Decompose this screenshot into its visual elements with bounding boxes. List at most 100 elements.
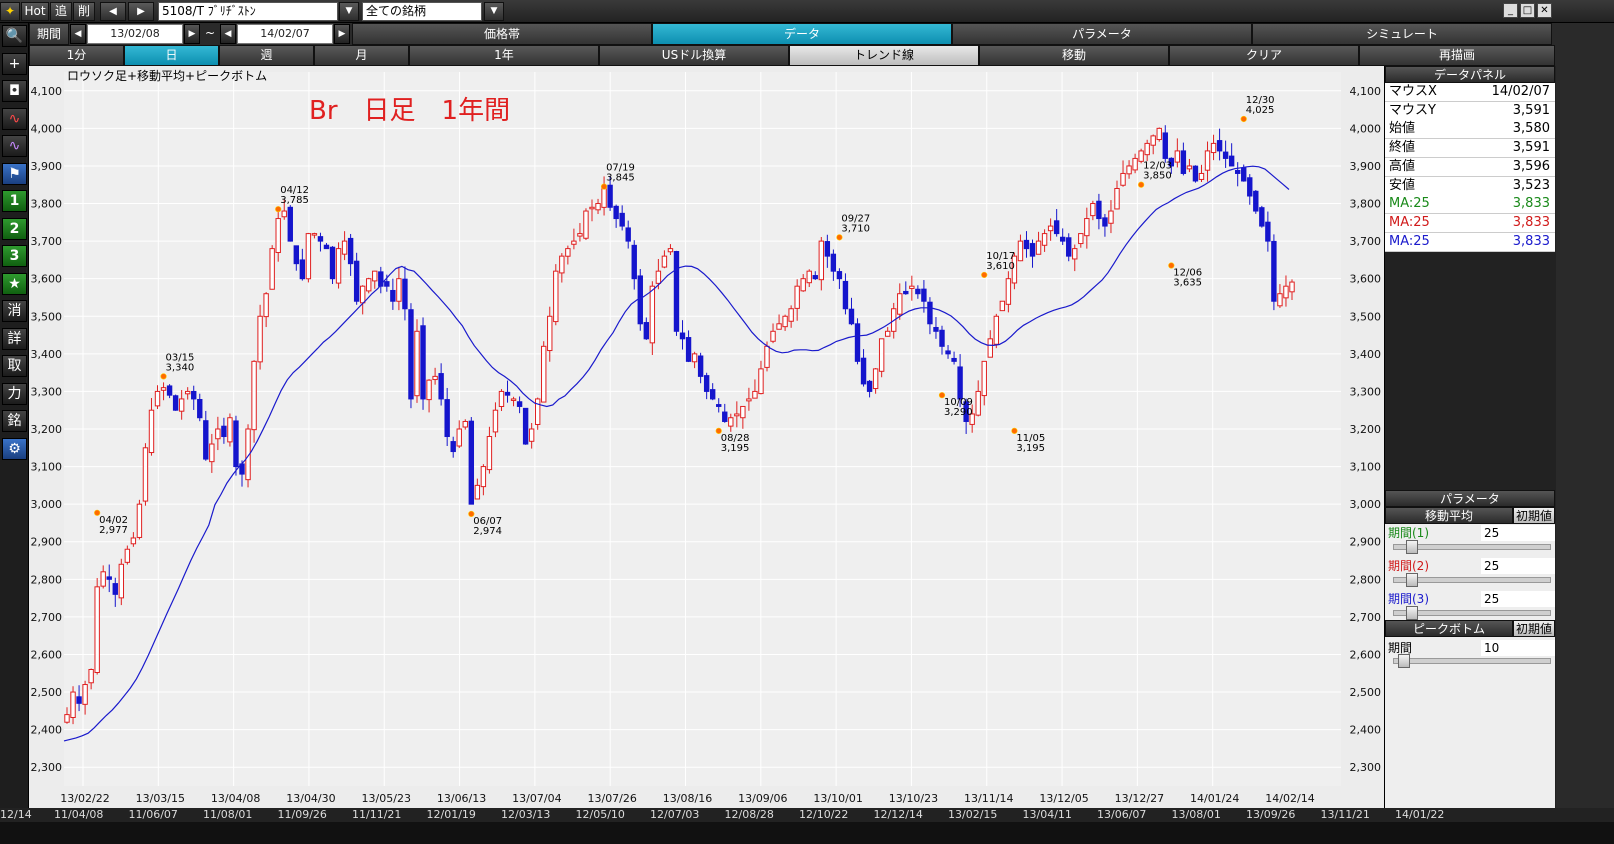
- flag-icon[interactable]: ⚑: [2, 162, 27, 185]
- plus-icon[interactable]: +: [2, 52, 27, 75]
- row2-button-1[interactable]: 日: [124, 45, 219, 66]
- candle-body: [722, 411, 728, 422]
- data-row: MA:25 3,833: [1385, 195, 1555, 215]
- candle-body: [462, 420, 468, 428]
- row2-button-2[interactable]: 週: [219, 45, 314, 66]
- candle-body: [347, 237, 354, 265]
- period-from-next-icon[interactable]: ▶: [184, 24, 200, 44]
- line-chart-red-icon[interactable]: ∿: [2, 107, 27, 130]
- peak-period-slider-thumb[interactable]: [1398, 654, 1410, 668]
- candle-body: [999, 300, 1006, 312]
- erase-icon[interactable]: 消: [2, 300, 27, 322]
- lightbulb-icon[interactable]: ✦: [0, 2, 20, 21]
- market-dropdown-icon[interactable]: ▼: [484, 2, 504, 21]
- period-tilde: ~: [204, 26, 216, 40]
- period-1-slider[interactable]: [1393, 540, 1551, 554]
- period-2-slider[interactable]: [1393, 573, 1551, 587]
- period-1-slider-thumb[interactable]: [1406, 540, 1418, 554]
- candle-body: [1162, 132, 1168, 159]
- period-to-prev-icon[interactable]: ◀: [220, 24, 236, 44]
- candle-body: [118, 563, 125, 599]
- period-2-slider-thumb[interactable]: [1406, 573, 1418, 587]
- y-tick-label-right: 3,800: [1350, 198, 1382, 211]
- ma-reset-button[interactable]: 初期値: [1513, 507, 1555, 524]
- stock-dropdown-icon[interactable]: ▼: [339, 2, 359, 21]
- candle-body: [269, 248, 275, 290]
- data-row-label: マウスY: [1389, 102, 1436, 118]
- period-from-prev-icon[interactable]: ◀: [70, 24, 86, 44]
- row2-button-3[interactable]: 月: [314, 45, 409, 66]
- search-icon[interactable]: 🔍: [2, 25, 27, 47]
- period-3-slider-thumb[interactable]: [1406, 606, 1418, 620]
- data-panel-title: データパネル: [1385, 66, 1555, 83]
- star-icon[interactable]: ★: [2, 272, 27, 295]
- row2-button-6[interactable]: トレンド線: [789, 45, 979, 66]
- brand-icon[interactable]: 銘: [2, 410, 27, 432]
- three-icon[interactable]: 3: [2, 245, 27, 267]
- peak-period-slider[interactable]: [1393, 654, 1551, 668]
- peak-period-input[interactable]: 10: [1481, 640, 1555, 656]
- trade-icon[interactable]: 取: [2, 355, 27, 377]
- two-icon[interactable]: 2: [2, 217, 27, 240]
- candle-body: [836, 271, 843, 280]
- maximize-icon[interactable]: □: [1520, 3, 1535, 18]
- camera-icon[interactable]: ◘: [2, 80, 27, 102]
- candle-body: [854, 323, 861, 362]
- candle-body: [1144, 142, 1150, 156]
- gear-icon[interactable]: ⚙: [2, 437, 27, 460]
- candle-body: [1253, 190, 1259, 212]
- candle-body: [830, 253, 837, 272]
- row2-button-9[interactable]: 再描画: [1359, 45, 1555, 66]
- row2-button-4[interactable]: 1年: [409, 45, 599, 66]
- period-1-input[interactable]: 25: [1481, 525, 1555, 541]
- y-tick-label-right: 3,700: [1350, 235, 1382, 248]
- hot-button[interactable]: Hot: [21, 2, 49, 21]
- one-icon[interactable]: 1: [2, 190, 27, 212]
- row2-button-8[interactable]: クリア: [1169, 45, 1359, 66]
- candle-body: [287, 206, 293, 242]
- period-to-input[interactable]: 14/02/07: [237, 24, 333, 44]
- market-select[interactable]: 全ての銘柄: [362, 2, 482, 21]
- stock-select[interactable]: 5108/T ﾌﾞﾘﾁﾞｽﾄﾝ: [158, 2, 338, 21]
- right-panel: データパネル マウスX 14/02/07 マウスY 3,591 始値 3,580 終値 3,5…: [1384, 66, 1556, 808]
- period-to-next-icon[interactable]: ▶: [334, 24, 350, 44]
- delete-button[interactable]: 削: [73, 2, 95, 21]
- y-tick-label-left: 2,800: [31, 573, 63, 586]
- y-tick-label-left: 3,800: [31, 198, 63, 211]
- next-stock-button[interactable]: ▶: [128, 2, 154, 21]
- candle-body: [559, 255, 565, 274]
- period-3-slider[interactable]: [1393, 606, 1551, 620]
- y-tick-label-left: 4,000: [31, 122, 63, 135]
- bottom-value-label: 2,974: [473, 526, 502, 537]
- line-chart-purple-icon[interactable]: ∿: [2, 135, 27, 157]
- menu-tab-1[interactable]: データ: [652, 23, 952, 45]
- power-icon[interactable]: 力: [2, 382, 27, 405]
- period-3-input[interactable]: 25: [1481, 591, 1555, 607]
- row2-button-0[interactable]: 1分: [29, 45, 124, 66]
- period-2-input[interactable]: 25: [1481, 558, 1555, 574]
- row2-button-5[interactable]: USドル換算: [599, 45, 789, 66]
- x-tick-label: 13/07/26: [587, 792, 636, 805]
- candle-body: [734, 413, 740, 417]
- candle-body: [1096, 200, 1102, 220]
- candle-body: [818, 240, 825, 281]
- prev-stock-button[interactable]: ◀: [100, 2, 126, 21]
- candle-body: [619, 212, 625, 227]
- detail-icon[interactable]: 詳: [2, 327, 27, 350]
- menu-tab-0[interactable]: 価格帯: [352, 23, 652, 45]
- period-from-input[interactable]: 13/02/08: [87, 24, 183, 44]
- add-button[interactable]: 追: [50, 2, 72, 21]
- peak-reset-button[interactable]: 初期値: [1513, 620, 1555, 637]
- overview-date-strip[interactable]: 12/14 11/04/08 11/06/07 11/08/01 11/09/26 11/…: [0, 808, 1614, 822]
- close-icon[interactable]: ✕: [1537, 3, 1552, 18]
- menu-tab-2[interactable]: パラメータ: [952, 23, 1252, 45]
- candle-body: [728, 417, 734, 427]
- candle-body: [1277, 293, 1283, 307]
- chart-area[interactable]: 2,300 2,300 2,400 2,400 2,500 2,500 2,600 2,600…: [29, 66, 1384, 808]
- minimize-icon[interactable]: _: [1503, 3, 1518, 18]
- row2-button-7[interactable]: 移動: [979, 45, 1169, 66]
- candlestick-chart[interactable]: 2,300 2,300 2,400 2,400 2,500 2,500 2,600 2,600…: [29, 66, 1384, 808]
- candle-body: [679, 332, 686, 340]
- peak-marker: [275, 206, 282, 213]
- menu-tab-3[interactable]: シミュレート: [1252, 23, 1552, 45]
